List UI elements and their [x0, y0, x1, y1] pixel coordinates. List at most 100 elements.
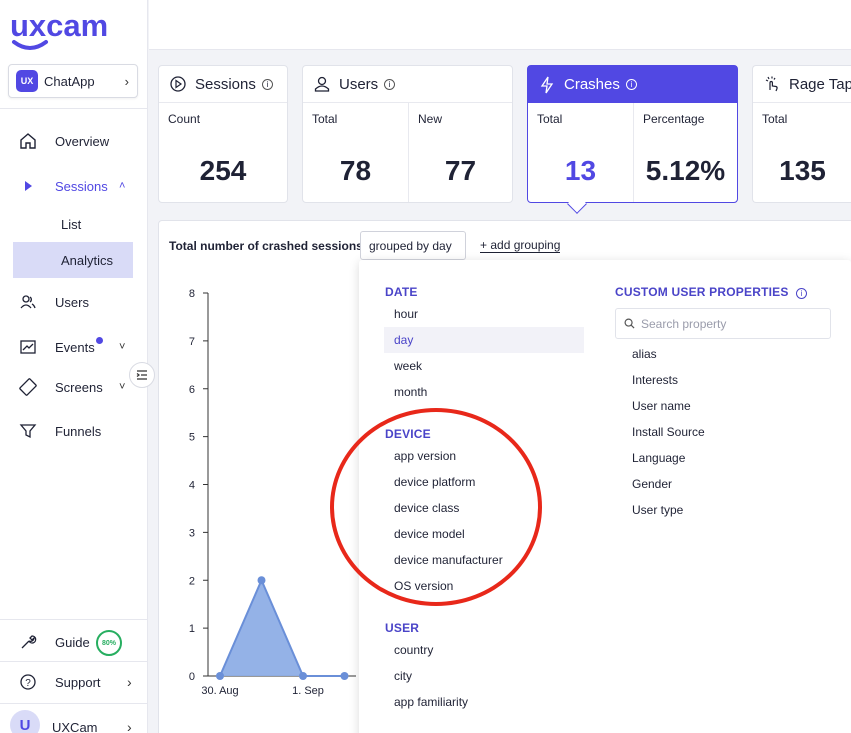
nav-support[interactable]: ? Support › [0, 669, 148, 695]
screens-icon [19, 378, 37, 396]
play-icon [19, 177, 37, 195]
help-icon: ? [19, 673, 37, 691]
y-tick-label: 1 [189, 623, 195, 635]
group-option-os-version[interactable]: OS version [384, 573, 584, 599]
nav-sessions-list[interactable]: List [13, 206, 133, 242]
users-card-header: Users i [303, 66, 512, 103]
users-card[interactable]: Users i Total 78 New 77 [302, 65, 513, 203]
group-option-country[interactable]: country [384, 637, 584, 663]
chevron-down-icon: ˅ [119, 381, 125, 393]
users-icon [19, 293, 37, 311]
group-option-device-platform[interactable]: device platform [384, 469, 584, 495]
home-icon [19, 132, 37, 150]
add-grouping-link[interactable]: + add grouping [480, 238, 560, 253]
custom-property-install-source[interactable]: Install Source [632, 425, 705, 439]
info-icon[interactable]: i [262, 79, 273, 90]
rage-taps-card-header: Rage Taps [753, 66, 851, 103]
group-option-city[interactable]: city [384, 663, 584, 689]
collapse-sidebar-button[interactable] [129, 362, 155, 388]
users-new-col: New 77 [408, 103, 512, 202]
nav-sessions-label: Sessions [55, 179, 108, 194]
sessions-card[interactable]: Sessions i Count 254 [158, 65, 288, 203]
nav-overview[interactable]: Overview [0, 128, 148, 154]
grouping-select[interactable]: grouped by day [360, 231, 466, 260]
nav-events[interactable]: Events ˅ [0, 334, 148, 360]
sessions-count-col: Count 254 [159, 103, 287, 202]
top-bar [149, 0, 851, 50]
group-option-device-model[interactable]: device model [384, 521, 584, 547]
nav-screens[interactable]: Screens ˅ [0, 374, 148, 400]
device-section-heading: DEVICE [385, 427, 431, 441]
group-option-month[interactable]: month [384, 379, 584, 405]
group-option-app-familiarity[interactable]: app familiarity [384, 689, 584, 715]
custom-property-user-type[interactable]: User type [632, 503, 683, 517]
nav-events-label: Events [55, 340, 95, 355]
info-icon[interactable]: i [384, 79, 395, 90]
rage-tap-icon [763, 75, 781, 93]
info-icon[interactable]: i [796, 288, 807, 299]
nav-users[interactable]: Users [0, 289, 148, 315]
nav-screens-label: Screens [55, 380, 103, 395]
group-option-week[interactable]: week [384, 353, 584, 379]
sidebar-divider [0, 108, 148, 109]
metric-label: Total [537, 112, 562, 126]
custom-properties-heading-text: CUSTOM USER PROPERTIES [615, 285, 789, 299]
metric-value: 78 [303, 155, 408, 187]
chevron-right-icon: › [127, 719, 132, 733]
nav-funnels-label: Funnels [55, 424, 101, 439]
crashes-card-title: Crashes [564, 76, 620, 93]
svg-text:?: ? [25, 678, 31, 689]
rage-taps-total-col: Total 135 [753, 103, 851, 202]
rage-taps-card[interactable]: Rage Taps Total 135 [752, 65, 851, 203]
user-icon [313, 75, 331, 93]
x-tick-label: 1. Sep [292, 685, 324, 697]
y-tick-label: 2 [189, 575, 195, 587]
nav-funnels[interactable]: Funnels [0, 418, 148, 444]
crashes-card[interactable]: Crashes i Total 13 Percentage 5.12% [527, 65, 738, 203]
sidebar: uxcam UX ChatApp › Overview Sessions ˄ L… [0, 0, 148, 733]
chevron-right-icon: › [125, 74, 129, 89]
group-option-app-version[interactable]: app version [384, 443, 584, 469]
y-tick-label: 4 [189, 480, 195, 492]
metric-value: 77 [409, 155, 512, 187]
info-icon[interactable]: i [626, 79, 637, 90]
app-icon: UX [16, 70, 38, 92]
group-option-device-manufacturer[interactable]: device manufacturer [384, 547, 584, 573]
property-search-input[interactable] [641, 317, 821, 331]
group-option-day[interactable]: day [384, 327, 584, 353]
data-point [258, 576, 266, 584]
app-switcher[interactable]: UX ChatApp › [8, 64, 138, 98]
guide-progress-badge: 80% [96, 630, 122, 656]
search-icon [624, 318, 635, 329]
sidebar-divider [0, 703, 148, 704]
chevron-right-icon: › [127, 674, 132, 690]
play-circle-icon [169, 75, 187, 93]
chevron-down-icon: ˅ [119, 341, 125, 353]
nav-guide[interactable]: Guide [0, 629, 148, 655]
group-option-hour[interactable]: hour [384, 301, 584, 327]
nav-sessions[interactable]: Sessions ˄ [0, 173, 148, 199]
nav-sessions-analytics[interactable]: Analytics [13, 242, 133, 278]
nav-account[interactable]: UXCam › [0, 714, 148, 733]
x-tick-label: 30. Aug [201, 685, 238, 697]
metric-label: New [418, 112, 442, 126]
metric-value: 254 [159, 155, 287, 187]
chart-title: Total number of crashed sessions [169, 239, 363, 253]
custom-property-alias[interactable]: alias [632, 347, 657, 361]
wrench-icon [19, 633, 37, 651]
y-tick-label: 0 [189, 671, 195, 683]
user-section-heading: USER [385, 621, 419, 635]
date-section-heading: DATE [385, 285, 418, 299]
crashes-card-header: Crashes i [528, 66, 737, 103]
data-point [341, 672, 349, 680]
metric-label: Total [312, 112, 337, 126]
custom-property-language[interactable]: Language [632, 451, 685, 465]
nav-guide-label: Guide [55, 635, 90, 650]
uxcam-logo[interactable]: uxcam [10, 6, 134, 54]
custom-property-interests[interactable]: Interests [632, 373, 678, 387]
crashed-sessions-chart: 01234567830. Aug1. Sep [158, 270, 358, 710]
custom-property-user-name[interactable]: User name [632, 399, 691, 413]
group-option-device-class[interactable]: device class [384, 495, 584, 521]
custom-property-gender[interactable]: Gender [632, 477, 672, 491]
sessions-card-title: Sessions [195, 76, 256, 93]
